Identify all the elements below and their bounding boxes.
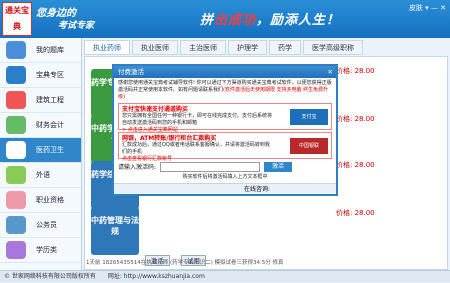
dialog-footer: 在线咨询: <box>114 183 336 194</box>
dialog-intro: 感谢您使用通关宝典考试辅导软件! 你可以通过下方渠道购买通关宝典考试软件，以便您… <box>118 80 332 100</box>
sidebar-item-my-bank[interactable]: 我的题库 <box>0 38 81 63</box>
activity-notice: 1天前 18265435514在执业药师 (药学专业知识二) 模拟试卷三获得34… <box>86 260 284 266</box>
category-tabs: 执业药师 执业医师 主治医师 护理学 药学 医学高级职称 <box>84 40 365 55</box>
dialog-body: 感谢您使用通关宝典考试辅导软件! 你可以通过下方渠道购买通关宝典考试软件，以便您… <box>114 78 336 183</box>
activation-code-input[interactable] <box>160 162 261 172</box>
certificate-icon <box>6 191 26 209</box>
sidebar-item-construction[interactable]: 建筑工程 <box>0 88 81 113</box>
medal-icon <box>6 66 26 84</box>
alipay-box: 支付宝快速支付通道购买 您只需拥有全国任何一种银行卡，即可在线完成支付。支付后系… <box>118 103 332 133</box>
sidebar-item-degree[interactable]: 学历类 <box>0 238 81 263</box>
code-row: 请输入激活码: 激活 <box>118 162 332 172</box>
chart-icon <box>6 116 26 134</box>
bank-box: 网银，ATM转账/银行柜台汇款购买 汇款成功后，通过QQ或者电话联系客服确认，并… <box>118 132 332 162</box>
price-label: 价格: 28.00 <box>336 67 375 75</box>
sidebar-item-qualification[interactable]: 职业资格 <box>0 188 81 213</box>
alipay-logo: 支付宝 <box>290 109 328 125</box>
site-url[interactable]: 网址: http://www.kszhuanjia.com <box>108 273 205 280</box>
dialog-hint: 购买软件后将激活码填入上方文本框中 <box>182 174 268 180</box>
copyright: © 世家网络科技有限公司版权所有 <box>4 273 96 280</box>
sidebar-item-baodian[interactable]: 宝典专区 <box>0 63 81 88</box>
header-bar: 通关宝典 您身边的 考试专家 拼出成功，励添人生！ 皮肤 ▾ — ✕ <box>0 0 450 38</box>
bank-link[interactable]: 点击查看银行汇款帐号 <box>122 156 328 163</box>
product-card[interactable]: 中药管理与法规 <box>91 207 139 255</box>
dialog-title-bar: 付费激活 ✕ <box>114 66 336 78</box>
price-label: 价格: 28.00 <box>336 209 375 217</box>
tab-pharmacy[interactable]: 药学 <box>269 40 301 55</box>
slogan-line-1: 您身边的 <box>36 8 76 19</box>
payment-dialog: 付费激活 ✕ 感谢您使用通关宝典考试辅导软件! 你可以通过下方渠道购买通关宝典考试… <box>112 64 338 196</box>
window-controls[interactable]: 皮肤 ▾ — ✕ <box>409 3 446 13</box>
tab-attending-physician[interactable]: 主治医师 <box>180 40 226 55</box>
header-motto: 拼出成功，励添人生！ <box>200 13 341 28</box>
online-chat-link[interactable]: 在线咨询: <box>244 186 270 193</box>
tab-licensed-physician[interactable]: 执业医师 <box>132 40 178 55</box>
price-label: 价格: 28.00 <box>336 161 375 169</box>
price-label: 价格: 28.00 <box>336 115 375 123</box>
slogan-line-2: 考试专家 <box>58 21 95 31</box>
book-icon <box>6 41 26 59</box>
tab-senior-title[interactable]: 医学高级职称 <box>303 40 363 55</box>
sidebar-item-medicine[interactable]: 医药卫生 <box>0 138 81 163</box>
person-icon <box>6 216 26 234</box>
abc-icon <box>6 166 26 184</box>
activate-code-button[interactable]: 激活 <box>264 162 293 172</box>
sidebar-item-accounting[interactable]: 财务会计 <box>0 113 81 138</box>
building-icon <box>6 91 26 109</box>
graduate-icon <box>6 241 26 259</box>
code-label: 请输入激活码: <box>118 163 157 171</box>
unionpay-logo: 中国银联 <box>290 138 328 154</box>
sidebar: 我的题库 宝典专区 建筑工程 财务会计 医药卫生 外语 职业资格 公务员 学历类 <box>0 38 82 270</box>
sidebar-item-language[interactable]: 外语 <box>0 163 81 188</box>
sidebar-item-civil-service[interactable]: 公务员 <box>0 213 81 238</box>
status-bar: © 世家网络科技有限公司版权所有 网址: http://www.kszhuanj… <box>0 270 450 282</box>
tab-nursing[interactable]: 护理学 <box>228 40 267 55</box>
close-icon[interactable]: ✕ <box>328 66 333 78</box>
tab-licensed-pharmacist[interactable]: 执业药师 <box>84 40 130 55</box>
medical-icon <box>6 141 26 159</box>
bank-text: 汇款成功后，通过QQ或者电话联系客服确认，并请将激活码转到我们的手机 <box>122 142 270 155</box>
alipay-text: 您只需拥有全国任何一种银行卡，即可在线完成支付。支付后系统将自动发送激活码到您的… <box>122 113 273 126</box>
app-logo: 通关宝典 <box>2 2 32 36</box>
